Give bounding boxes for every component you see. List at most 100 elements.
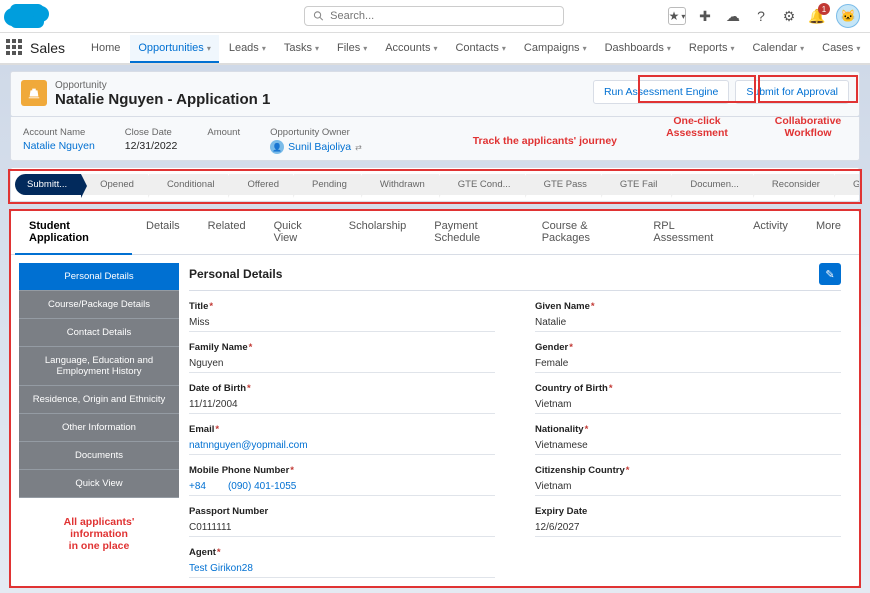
nav-dashboards[interactable]: Dashboards▾ xyxy=(597,35,679,61)
tab-course-packages[interactable]: Course & Packages xyxy=(528,211,640,254)
tab-student-application[interactable]: Student Application xyxy=(15,211,132,255)
tab-rpl-assessment[interactable]: RPL Assessment xyxy=(639,211,739,254)
field-country-of-birth: Country of Birth* Vietnam xyxy=(535,383,841,414)
field-given-name: Given Name* Natalie xyxy=(535,301,841,332)
record-header: Opportunity Natalie Nguyen - Application… xyxy=(10,71,860,117)
annotation-oneclick: One-click Assessment xyxy=(652,115,742,139)
owner-link[interactable]: Sunil Bajoliya xyxy=(288,141,351,153)
side-other-info[interactable]: Other Information xyxy=(19,414,179,442)
side-quick-view[interactable]: Quick View xyxy=(19,470,179,498)
field-gender: Gender* Female xyxy=(535,342,841,373)
field-owner: Opportunity Owner 👤 Sunil Bajoliya ⇄ xyxy=(270,127,362,154)
field-title: Title* Miss xyxy=(189,301,495,332)
path-stage-gtecond[interactable]: GTE Cond... xyxy=(440,174,526,195)
side-residence-origin[interactable]: Residence, Origin and Ethnicity xyxy=(19,386,179,414)
nav-calendar[interactable]: Calendar▾ xyxy=(744,35,812,61)
help-icon[interactable]: ? xyxy=(752,7,770,25)
form-heading: Personal Details xyxy=(189,267,282,281)
record-title-block: Opportunity Natalie Nguyen - Application… xyxy=(55,80,270,108)
agent-link[interactable]: Test Girikon28 xyxy=(189,560,495,578)
nav-contacts[interactable]: Contacts▾ xyxy=(447,35,513,61)
field-close-date: Close Date 12/31/2022 xyxy=(125,127,178,154)
settings-gear-icon[interactable]: ⚙ xyxy=(780,7,798,25)
phone-cc[interactable]: +84 xyxy=(189,481,206,492)
cloud-icon[interactable]: ☁ xyxy=(724,7,742,25)
field-family-name: Family Name* Nguyen xyxy=(189,342,495,373)
path-stage-reconsider[interactable]: Reconsider xyxy=(754,174,835,195)
header-utilities: ★▾ ✚ ☁ ? ⚙ 🔔1 🐱 xyxy=(668,4,860,28)
search-input[interactable] xyxy=(330,10,555,22)
nav-accounts[interactable]: Accounts▾ xyxy=(377,35,445,61)
field-email: Email* natnnguyen@yopmail.com xyxy=(189,424,495,455)
app-nav-bar: Sales Home Opportunities▾ Leads▾ Tasks▾ … xyxy=(0,33,870,65)
global-search[interactable] xyxy=(304,6,564,26)
nav-leads[interactable]: Leads▾ xyxy=(221,35,274,61)
nav-reports[interactable]: Reports▾ xyxy=(681,35,743,61)
app-launcher-icon[interactable] xyxy=(6,39,22,57)
tab-activity[interactable]: Activity xyxy=(739,211,802,254)
record-type: Opportunity xyxy=(55,80,270,91)
nav-tasks[interactable]: Tasks▾ xyxy=(276,35,327,61)
app-name: Sales xyxy=(30,40,65,56)
tab-payment-schedule[interactable]: Payment Schedule xyxy=(420,211,527,254)
edit-form-button[interactable]: ✎ xyxy=(819,263,841,285)
account-name-link[interactable]: Natalie Nguyen xyxy=(23,140,95,152)
path-stage-pending[interactable]: Pending xyxy=(294,174,362,195)
phone-link[interactable]: (090) 401-1055 xyxy=(228,481,296,492)
detail-body: Personal Details Course/Package Details … xyxy=(11,255,859,586)
add-button[interactable]: ✚ xyxy=(696,7,714,25)
side-documents[interactable]: Documents xyxy=(19,442,179,470)
path-stage-documen[interactable]: Documen... xyxy=(672,174,754,195)
submit-approval-button[interactable]: Submit for Approval xyxy=(735,80,849,104)
nav-home[interactable]: Home xyxy=(83,35,128,61)
field-dob: Date of Birth* 11/11/2004 xyxy=(189,383,495,414)
annotation-allinfo: All applicants' information in one place xyxy=(19,498,179,556)
side-language-education[interactable]: Language, Education and Employment Histo… xyxy=(19,347,179,386)
header-actions: Run Assessment Engine Submit for Approva… xyxy=(593,80,849,104)
side-contact-details[interactable]: Contact Details xyxy=(19,319,179,347)
path-stage-submitted[interactable]: Submitt... xyxy=(15,174,82,195)
tab-quick-view[interactable]: Quick View xyxy=(260,211,335,254)
field-account-name: Account Name Natalie Nguyen xyxy=(23,127,95,154)
path-stage-gtepass[interactable]: GTE Pass xyxy=(526,174,602,195)
path-stage-conditional[interactable]: Conditional xyxy=(149,174,230,195)
annotation-collab: Collaborative Workflow xyxy=(762,115,854,139)
path-stage-gtefail[interactable]: GTE Fail xyxy=(602,174,672,195)
side-menu: Personal Details Course/Package Details … xyxy=(19,263,179,578)
owner-avatar-icon: 👤 xyxy=(270,140,284,154)
tab-related[interactable]: Related xyxy=(194,211,260,254)
record-tabs: Student Application Details Related Quic… xyxy=(11,211,859,255)
notifications-bell-icon[interactable]: 🔔1 xyxy=(808,7,826,25)
path-stage-withdrawn[interactable]: Withdrawn xyxy=(362,174,440,195)
opportunity-icon xyxy=(21,80,47,106)
tab-scholarship[interactable]: Scholarship xyxy=(335,211,420,254)
side-course-package[interactable]: Course/Package Details xyxy=(19,291,179,319)
tab-more[interactable]: More xyxy=(802,211,855,254)
path-stage-offered[interactable]: Offered xyxy=(229,174,294,195)
notification-badge: 1 xyxy=(818,3,830,15)
user-avatar[interactable]: 🐱 xyxy=(836,4,860,28)
form-area: Personal Details ✎ Title* Miss Given Nam… xyxy=(179,263,851,578)
run-assessment-button[interactable]: Run Assessment Engine xyxy=(593,80,729,104)
record-name: Natalie Nguyen - Application 1 xyxy=(55,91,270,108)
email-link[interactable]: natnnguyen@yopmail.com xyxy=(189,437,495,455)
nav-cases[interactable]: Cases▾ xyxy=(814,35,868,61)
detail-panel: Student Application Details Related Quic… xyxy=(10,210,860,587)
search-icon xyxy=(313,10,324,22)
form-grid: Title* Miss Given Name* Natalie Family N… xyxy=(189,301,841,578)
path-component: Submitt... Opened Conditional Offered Pe… xyxy=(10,167,860,202)
field-mobile: Mobile Phone Number* +84(090) 401-1055 xyxy=(189,465,495,496)
page-container: Opportunity Natalie Nguyen - Application… xyxy=(0,65,870,593)
nav-files[interactable]: Files▾ xyxy=(329,35,375,61)
favorites-button[interactable]: ★▾ xyxy=(668,7,686,25)
field-expiry: Expiry Date 12/6/2027 xyxy=(535,506,841,537)
change-owner-icon[interactable]: ⇄ xyxy=(355,143,362,152)
side-personal-details[interactable]: Personal Details xyxy=(19,263,179,291)
nav-opportunities[interactable]: Opportunities▾ xyxy=(130,35,218,63)
path-stage-opened[interactable]: Opened xyxy=(82,174,149,195)
field-passport: Passport Number C0111111 xyxy=(189,506,495,537)
tab-details[interactable]: Details xyxy=(132,211,194,254)
chevron-down-icon: ▾ xyxy=(207,44,211,53)
nav-items: Home Opportunities▾ Leads▾ Tasks▾ Files▾… xyxy=(83,29,870,67)
nav-campaigns[interactable]: Campaigns▾ xyxy=(516,35,595,61)
